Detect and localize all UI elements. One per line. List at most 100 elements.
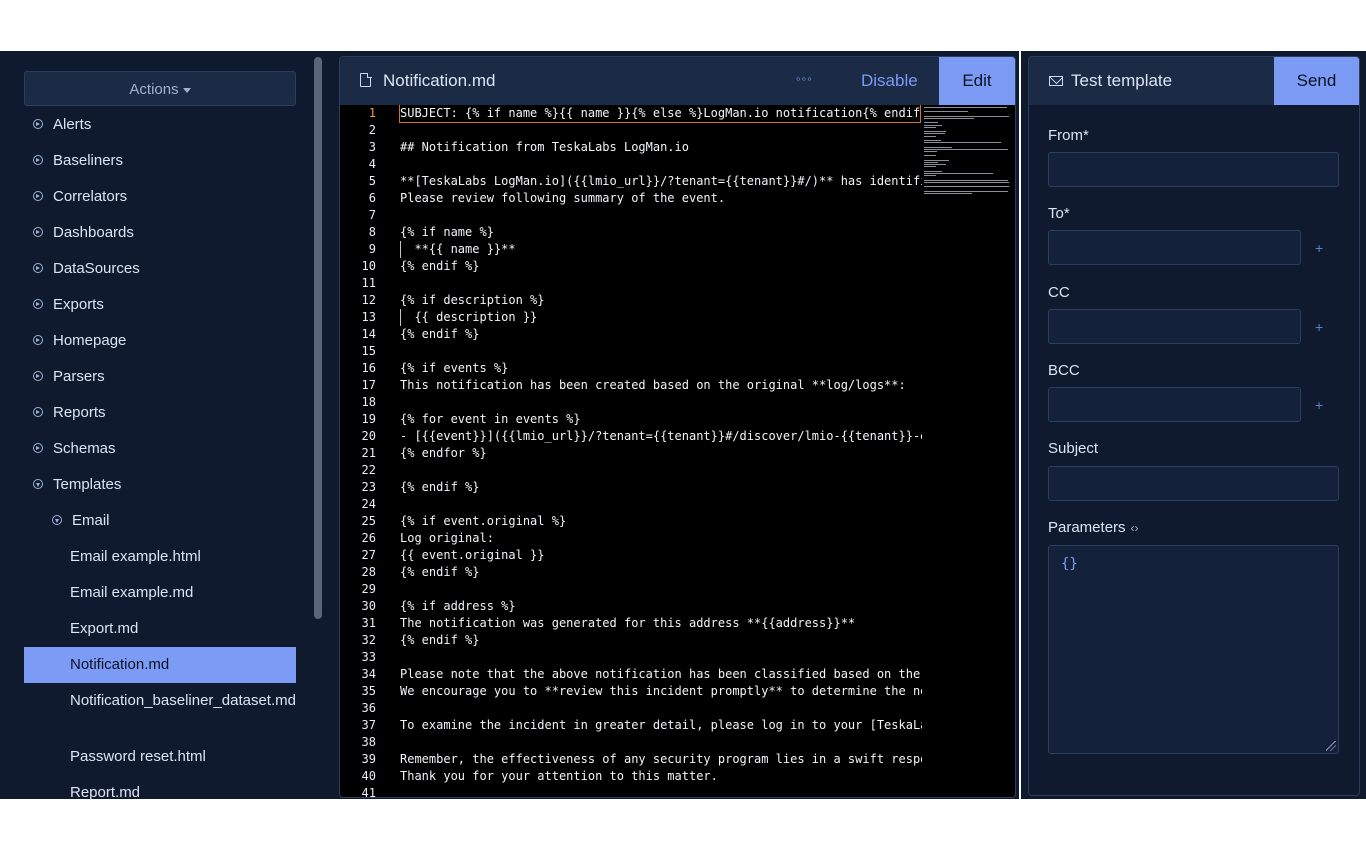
code-text: {% endfor %} — [400, 446, 487, 460]
line-number: 20 — [361, 429, 376, 443]
code-line[interactable]: 16 {% if events %} — [340, 360, 922, 377]
code-line[interactable]: 22 — [340, 462, 922, 479]
code-line[interactable]: 7 — [340, 207, 922, 224]
code-line[interactable]: 4 — [340, 156, 922, 173]
sidebar-item-notification-baseliner-dataset-md[interactable]: Notification_baseliner_dataset.md — [24, 683, 296, 739]
edit-button[interactable]: Edit — [939, 57, 1015, 105]
code-line[interactable]: 33 — [340, 649, 922, 666]
code-toggle-icon[interactable]: ‹› — [1131, 521, 1139, 535]
sidebar-item-dashboards[interactable]: Dashboards — [24, 215, 296, 251]
sidebar-scrollbar[interactable] — [314, 57, 322, 619]
code-line[interactable]: 30 {% if address %} — [340, 598, 922, 615]
code-line[interactable]: 2 — [340, 122, 922, 139]
minimap-line — [924, 164, 946, 166]
code-line[interactable]: 26 Log original: — [340, 530, 922, 547]
sidebar-item-notification-md[interactable]: Notification.md — [24, 647, 296, 683]
minimap-line — [924, 135, 936, 137]
editor-minimap[interactable] — [922, 105, 1015, 797]
code-area[interactable]: 1 SUBJECT: {% if name %}{{ name }}{% else… — [340, 105, 922, 797]
code-line[interactable]: 3 ## Notification from TeskaLabs LogMan.i… — [340, 139, 922, 156]
minimap-line — [924, 192, 972, 194]
code-line[interactable]: 1 SUBJECT: {% if name %}{{ name }}{% else… — [340, 105, 922, 123]
code-line[interactable]: 12 {% if description %} — [340, 292, 922, 309]
code-line[interactable]: 11 — [340, 275, 922, 292]
sidebar-item-email-example-html[interactable]: Email example.html — [24, 539, 296, 575]
sidebar-item-label: Reports — [53, 404, 106, 421]
actions-dropdown-button[interactable]: Actions — [24, 71, 296, 106]
code-line[interactable]: 5 **[TeskaLabs LogMan.io]({{lmio_url}}/?t… — [340, 173, 922, 190]
code-line[interactable]: 10 {% endif %} — [340, 258, 922, 275]
code-line[interactable]: 29 — [340, 581, 922, 598]
sidebar-item-datasources[interactable]: DataSources — [24, 251, 296, 287]
cc-field[interactable] — [1048, 309, 1301, 344]
line-number: 9 — [368, 242, 376, 256]
code-text: {% endif %} — [400, 259, 480, 273]
code-line[interactable]: 36 — [340, 700, 922, 717]
code-line[interactable]: 23 {% endif %} — [340, 479, 922, 496]
code-line[interactable]: 9 **{{ name }}** — [340, 241, 922, 258]
sidebar-item-homepage[interactable]: Homepage — [24, 323, 296, 359]
code-line[interactable]: 41 — [340, 785, 922, 797]
code-line[interactable]: 18 — [340, 394, 922, 411]
sidebar-item-alerts[interactable]: Alerts — [24, 107, 296, 143]
code-text: Thank you for your attention to this mat… — [400, 769, 718, 783]
disable-button[interactable]: Disable — [861, 57, 918, 105]
line-number: 18 — [361, 395, 376, 409]
sidebar: Actions Alerts Baseliners Correlators Dashb… — [0, 51, 326, 801]
sidebar-item-templates[interactable]: Templates — [24, 467, 296, 503]
code-line[interactable]: 39 Remember, the effectiveness of any sec… — [340, 751, 922, 768]
minimap-line — [924, 155, 936, 157]
code-line[interactable]: 38 — [340, 734, 922, 751]
subject-field[interactable] — [1048, 466, 1339, 501]
code-line[interactable]: 25 {% if event.original %} — [340, 513, 922, 530]
code-line[interactable]: 8 {% if name %} — [340, 224, 922, 241]
sidebar-item-baseliners[interactable]: Baseliners — [24, 143, 296, 179]
from-field[interactable] — [1048, 152, 1339, 187]
code-line[interactable]: 20 - [{{event}}]({{lmio_url}}/?tenant={{t… — [340, 428, 922, 445]
editor-header: Notification.md ◦◦◦ Disable Edit — [340, 57, 1015, 105]
line-number: 12 — [361, 293, 376, 307]
parameters-textarea[interactable] — [1048, 545, 1339, 754]
code-line[interactable]: 31 The notification was generated for thi… — [340, 615, 922, 632]
sidebar-item-schemas[interactable]: Schemas — [24, 431, 296, 467]
code-line[interactable]: 27 {{ event.original }} — [340, 547, 922, 564]
code-line[interactable]: 35 We encourage you to **review this inci… — [340, 683, 922, 700]
sidebar-item-correlators[interactable]: Correlators — [24, 179, 296, 215]
code-line[interactable]: 19 {% for event in events %} — [340, 411, 922, 428]
code-line[interactable]: 37 To examine the incident in greater det… — [340, 717, 922, 734]
bcc-field[interactable] — [1048, 387, 1301, 422]
line-number: 3 — [368, 140, 376, 154]
code-line[interactable]: 13 {{ description }} — [340, 309, 922, 326]
sidebar-item-export-md[interactable]: Export.md — [24, 611, 296, 647]
code-line[interactable]: 15 — [340, 343, 922, 360]
code-line[interactable]: 17 This notification has been created bas… — [340, 377, 922, 394]
sidebar-item-exports[interactable]: Exports — [24, 287, 296, 323]
resize-grip-icon[interactable] — [1326, 741, 1336, 751]
add-cc-button[interactable]: + — [1315, 319, 1323, 335]
sidebar-item-reports[interactable]: Reports — [24, 395, 296, 431]
minimap-line — [924, 118, 974, 119]
code-line[interactable]: 21 {% endfor %} — [340, 445, 922, 462]
to-field[interactable] — [1048, 230, 1301, 265]
sidebar-item-email-example-md[interactable]: Email example.md — [24, 575, 296, 611]
code-line[interactable]: 40 Thank you for your attention to this m… — [340, 768, 922, 785]
add-bcc-button[interactable]: + — [1315, 397, 1323, 413]
sidebar-item-report-md[interactable]: Report.md — [24, 775, 296, 811]
code-text: {{ description }} — [400, 310, 538, 324]
send-button[interactable]: Send — [1274, 57, 1359, 105]
code-line[interactable]: 32 {% endif %} — [340, 632, 922, 649]
sidebar-item-password-reset-html[interactable]: Password reset.html — [24, 739, 296, 775]
sidebar-item-parsers[interactable]: Parsers — [24, 359, 296, 395]
sidebar-item-email[interactable]: Email — [24, 503, 296, 539]
more-options-button[interactable]: ◦◦◦ — [796, 57, 813, 101]
minimap-line — [924, 173, 993, 174]
code-line[interactable]: 14 {% endif %} — [340, 326, 922, 343]
code-line[interactable]: 24 — [340, 496, 922, 513]
code-line[interactable]: 28 {% endif %} — [340, 564, 922, 581]
line-number: 32 — [361, 633, 376, 647]
line-number: 2 — [368, 123, 376, 137]
add-to-button[interactable]: + — [1315, 240, 1323, 256]
code-line[interactable]: 34 Please note that the above notificatio… — [340, 666, 922, 683]
code-line[interactable]: 6 Please review following summary of the … — [340, 190, 922, 207]
template-tree: Alerts Baseliners Correlators Dashboards Dat… — [24, 107, 296, 811]
